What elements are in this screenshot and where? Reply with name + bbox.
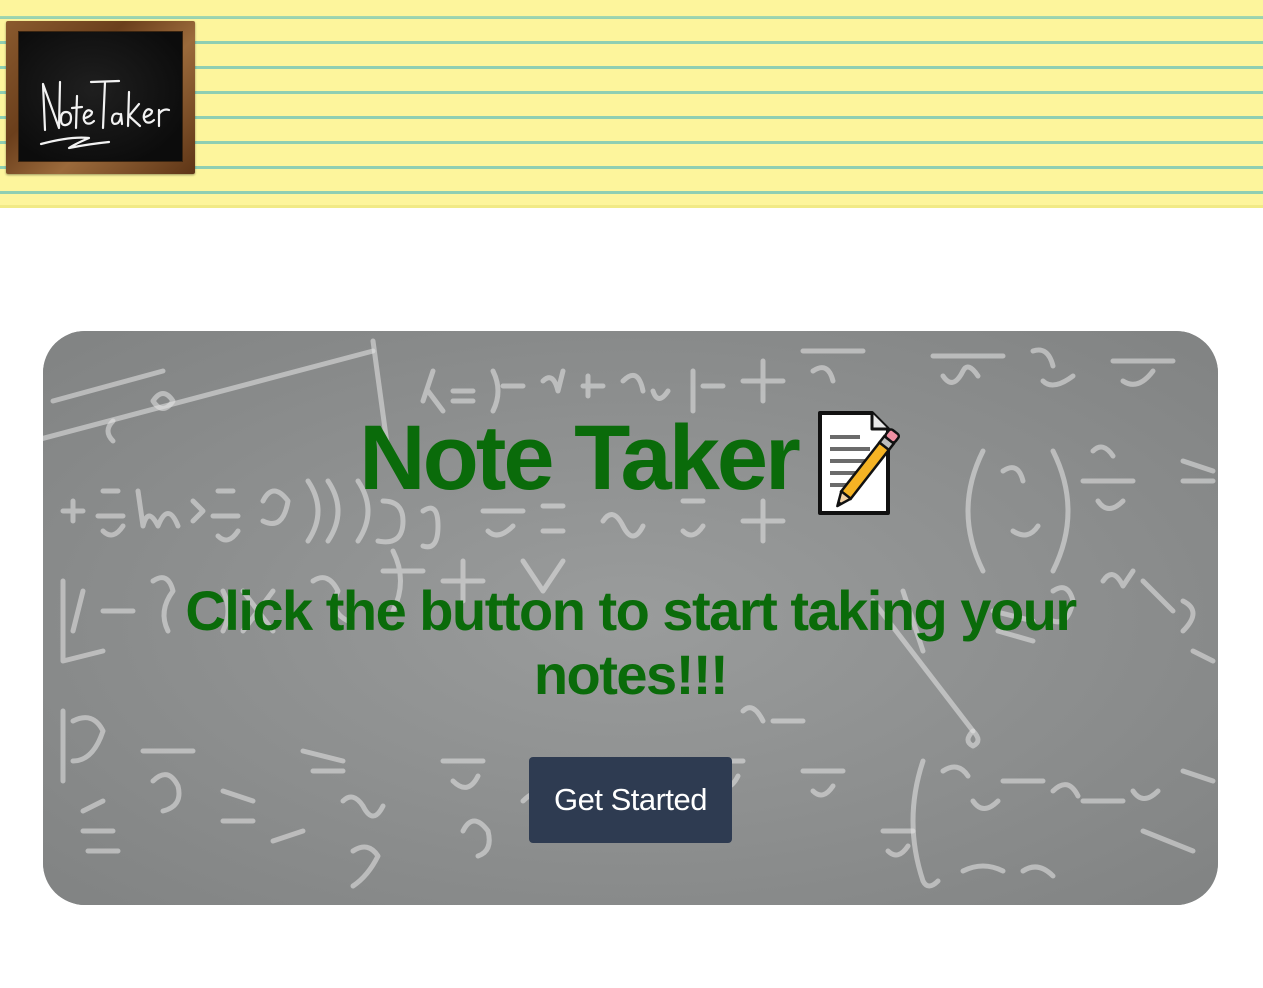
hero-content: Note Taker Click the button to start tak… [43,331,1218,905]
chalkboard-logo[interactable] [6,21,195,174]
hero-title: Note Taker [43,403,1218,515]
hero-subtitle: Click the button to start taking your no… [185,579,1077,706]
note-taker-logo-lettering [39,79,171,150]
header-fade [0,0,1263,20]
memo-pencil-icon [816,403,902,515]
get-started-button[interactable]: Get Started [529,757,732,843]
hero-title-text: Note Taker [359,407,801,509]
chalkboard [18,31,183,162]
hero-card: Note Taker Click the button to start tak… [43,331,1218,905]
site-header [0,0,1263,208]
